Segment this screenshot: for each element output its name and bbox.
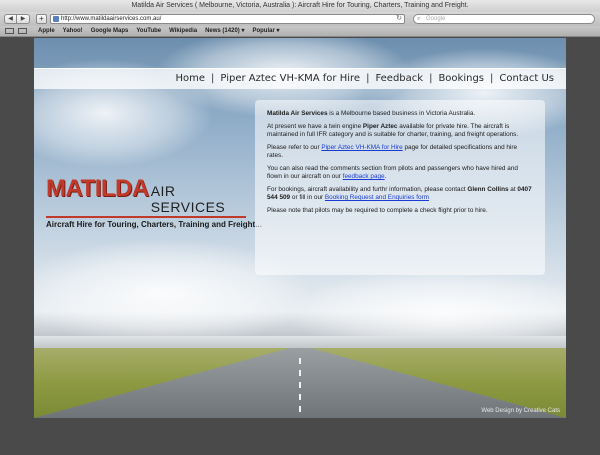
bookmarks-bar: Apple Yahoo! Google Maps YouTube Wikiped… xyxy=(0,26,600,37)
feedback-paragraph: You can also read the comments section f… xyxy=(267,165,518,180)
nav-feedback[interactable]: Feedback xyxy=(369,72,429,86)
logo-suffix: AIR SERVICES xyxy=(150,183,226,215)
back-arrow-icon: ◀ xyxy=(8,16,13,22)
web-design-credit[interactable]: Web Design by Creative Cats xyxy=(481,408,560,414)
search-input[interactable]: ⌕ Google xyxy=(413,14,595,24)
piper-aztec-link[interactable]: Piper Aztec VH-KMA for Hire xyxy=(321,144,402,151)
site-nav-bar: Home | Piper Aztec VH-KMA for Hire | Fee… xyxy=(34,68,566,89)
url-text: http://www.matildaairservices.com.au/ xyxy=(61,16,162,22)
nav-home[interactable]: Home xyxy=(169,72,211,86)
logo-name: MATILDA xyxy=(46,175,149,202)
intro-panel: Matilda Air Services is a Melbourne base… xyxy=(255,100,545,275)
browser-toolbar: ◀ ▶ + http://www.matildaairservices.com.… xyxy=(0,12,600,26)
favicon-icon xyxy=(53,16,59,22)
nav-bookings[interactable]: Bookings xyxy=(432,72,490,86)
bookmark-popular[interactable]: Popular ▾ xyxy=(252,26,279,37)
add-bookmark-button[interactable]: + xyxy=(36,14,47,24)
back-button[interactable]: ◀ xyxy=(4,14,17,24)
check-flight-paragraph: Please note that pilots may be required … xyxy=(267,207,488,214)
nav-contact[interactable]: Contact Us xyxy=(493,72,560,86)
bookmark-news[interactable]: News (1420) ▾ xyxy=(205,26,244,37)
site-menu: Home | Piper Aztec VH-KMA for Hire | Fee… xyxy=(169,72,560,86)
bookmark-youtube[interactable]: YouTube xyxy=(136,26,161,37)
bookmark-apple[interactable]: Apple xyxy=(38,26,55,37)
rates-paragraph: Please refer to our Piper Aztec VH-KMA f… xyxy=(267,144,518,159)
reload-icon[interactable]: ↻ xyxy=(396,15,402,23)
bookmark-wikipedia[interactable]: Wikipedia xyxy=(169,26,197,37)
book-icon[interactable] xyxy=(5,28,14,34)
aircraft-paragraph: At present we have a twin engine Piper A… xyxy=(267,123,519,138)
web-page: Home | Piper Aztec VH-KMA for Hire | Fee… xyxy=(34,38,566,418)
forward-arrow-icon: ▶ xyxy=(20,16,26,22)
address-bar[interactable]: http://www.matildaairservices.com.au/ ↻ xyxy=(50,14,405,24)
search-placeholder: Google xyxy=(426,16,446,22)
logo-rule xyxy=(46,216,246,218)
forward-button[interactable]: ▶ xyxy=(17,14,30,24)
grid-icon[interactable] xyxy=(18,28,27,34)
site-logo[interactable]: MATILDA AIR SERVICES Aircraft Hire for T… xyxy=(46,175,262,229)
nav-piper-aztec[interactable]: Piper Aztec VH-KMA for Hire xyxy=(214,72,366,86)
bookmark-list: Apple Yahoo! Google Maps YouTube Wikiped… xyxy=(38,26,279,37)
intro-paragraph: Matilda Air Services is a Melbourne base… xyxy=(267,110,476,117)
feedback-link[interactable]: feedback page xyxy=(343,173,385,180)
bookmark-google-maps[interactable]: Google Maps xyxy=(91,26,129,37)
runway-centerline xyxy=(299,358,301,418)
search-icon: ⌕ xyxy=(417,16,421,22)
nav-buttons: ◀ ▶ xyxy=(4,14,30,24)
logo-tagline: Aircraft Hire for Touring, Charters, Tra… xyxy=(46,220,262,229)
booking-form-link[interactable]: Booking Request and Enquiries form xyxy=(325,194,429,201)
bookmark-yahoo[interactable]: Yahoo! xyxy=(63,26,83,37)
window-title: Matilda Air Services ( Melbourne, Victor… xyxy=(0,0,600,12)
contact-paragraph: For bookings, aircraft availability and … xyxy=(267,186,532,201)
